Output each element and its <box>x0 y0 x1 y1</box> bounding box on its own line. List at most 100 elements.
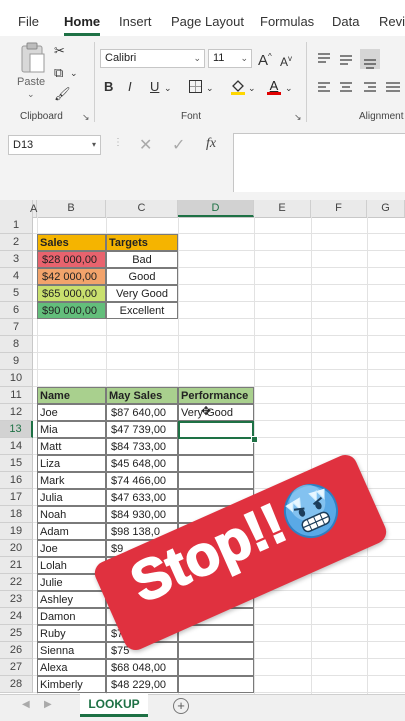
menu-insert[interactable]: Insert <box>119 14 152 29</box>
row-header-28[interactable]: 28 <box>0 676 33 693</box>
name-cell[interactable]: Matt <box>37 438 106 455</box>
targets-target-cell[interactable]: Good <box>106 268 178 285</box>
sales-cell[interactable]: $84 930,00 <box>106 506 178 523</box>
row-header-23[interactable]: 23 <box>0 591 33 608</box>
row-header-9[interactable]: 9 <box>0 353 33 370</box>
targets-sales-cell[interactable]: $28 000,00 <box>37 251 106 268</box>
name-cell[interactable]: Noah <box>37 506 106 523</box>
name-cell[interactable]: Ruby <box>37 625 106 642</box>
sales-cell[interactable]: $74 466,00 <box>106 472 178 489</box>
name-cell[interactable]: Joe <box>37 404 106 421</box>
sheet-tab-lookup[interactable]: LOOKUP <box>80 694 148 717</box>
main-header-may-sales[interactable]: May Sales <box>106 387 178 404</box>
targets-target-cell[interactable]: Very Good <box>106 285 178 302</box>
targets-header-targets[interactable]: Targets <box>106 234 178 251</box>
name-cell[interactable]: Ashley <box>37 591 106 608</box>
cut-icon[interactable]: ✂ <box>54 44 65 58</box>
row-header-7[interactable]: 7 <box>0 319 33 336</box>
name-box[interactable]: D13 ▾ <box>8 135 101 155</box>
row-header-6[interactable]: 6 <box>0 302 33 319</box>
active-cell-d13[interactable] <box>178 421 254 439</box>
performance-cell[interactable] <box>178 676 254 693</box>
row-header-16[interactable]: 16 <box>0 472 33 489</box>
font-size-select[interactable]: 11 ⌄ <box>208 49 252 68</box>
column-header-d[interactable]: D <box>178 200 254 217</box>
cancel-icon[interactable]: ✕ <box>139 135 152 155</box>
main-header-name[interactable]: Name <box>37 387 106 404</box>
row-header-5[interactable]: 5 <box>0 285 33 302</box>
performance-cell[interactable] <box>178 438 254 455</box>
performance-cell[interactable]: Very Good <box>178 404 254 421</box>
italic-button[interactable]: I <box>128 80 132 94</box>
row-header-12[interactable]: 12 <box>0 404 33 421</box>
borders-icon[interactable] <box>189 80 202 93</box>
column-header-b[interactable]: B <box>37 200 106 217</box>
underline-chevron-down-icon[interactable]: ⌄ <box>164 81 172 95</box>
sales-cell[interactable]: $47 633,00 <box>106 489 178 506</box>
sales-cell[interactable]: $45 648,00 <box>106 455 178 472</box>
performance-cell[interactable] <box>178 642 254 659</box>
sales-cell[interactable]: $47 739,00 <box>106 421 178 438</box>
grow-font-icon[interactable]: A^ <box>258 50 272 68</box>
borders-chevron-down-icon[interactable]: ⌄ <box>206 81 214 95</box>
sales-cell[interactable]: $68 048,00 <box>106 659 178 676</box>
row-header-15[interactable]: 15 <box>0 455 33 472</box>
bold-button[interactable]: B <box>104 80 113 94</box>
row-header-22[interactable]: 22 <box>0 574 33 591</box>
column-header-f[interactable]: F <box>311 200 367 217</box>
row-header-26[interactable]: 26 <box>0 642 33 659</box>
row-header-3[interactable]: 3 <box>0 251 33 268</box>
font-name-select[interactable]: Calibri ⌄ <box>100 49 205 68</box>
scroll-left-icon[interactable]: ◀ <box>22 699 30 710</box>
row-header-18[interactable]: 18 <box>0 506 33 523</box>
menu-home[interactable]: Home <box>64 14 100 29</box>
select-all-corner[interactable] <box>0 200 33 217</box>
formula-input[interactable] <box>233 133 405 192</box>
copy-chevron-down-icon[interactable]: ⌄ <box>70 66 78 80</box>
name-cell[interactable]: Liza <box>37 455 106 472</box>
scroll-right-icon[interactable]: ▶ <box>44 699 52 710</box>
name-cell[interactable]: Mia <box>37 421 106 438</box>
insert-function-icon[interactable]: fx <box>206 136 216 152</box>
column-header-e[interactable]: E <box>254 200 311 217</box>
targets-target-cell[interactable]: Excellent <box>106 302 178 319</box>
performance-cell[interactable] <box>178 472 254 489</box>
name-cell[interactable]: Joe <box>37 540 106 557</box>
targets-target-cell[interactable]: Bad <box>106 251 178 268</box>
row-header-13[interactable]: 13 <box>0 421 33 438</box>
row-header-21[interactable]: 21 <box>0 557 33 574</box>
paste-chevron-down-icon[interactable]: ⌄ <box>27 89 35 100</box>
targets-sales-cell[interactable]: $90 000,00 <box>37 302 106 319</box>
menu-formulas[interactable]: Formulas <box>260 14 314 29</box>
shrink-font-icon[interactable]: Av <box>280 52 292 69</box>
fill-handle[interactable] <box>251 436 258 443</box>
font-color-chevron-down-icon[interactable]: ⌄ <box>285 81 293 95</box>
underline-button[interactable]: U <box>150 80 159 94</box>
row-header-4[interactable]: 4 <box>0 268 33 285</box>
font-color-icon[interactable]: A <box>266 78 282 96</box>
row-header-24[interactable]: 24 <box>0 608 33 625</box>
menu-page-layout[interactable]: Page Layout <box>171 14 244 29</box>
column-header-c[interactable]: C <box>106 200 178 217</box>
format-painter-icon[interactable]: 🖌 <box>54 87 71 101</box>
fill-color-icon[interactable] <box>230 78 246 96</box>
main-header-performance[interactable]: Performance <box>178 387 254 404</box>
row-header-8[interactable]: 8 <box>0 336 33 353</box>
name-cell[interactable]: Sienna <box>37 642 106 659</box>
name-cell[interactable]: Mark <box>37 472 106 489</box>
sales-cell[interactable]: $84 733,00 <box>106 438 178 455</box>
row-header-11[interactable]: 11 <box>0 387 33 404</box>
fill-color-chevron-down-icon[interactable]: ⌄ <box>248 81 256 95</box>
font-launcher-icon[interactable]: ↘ <box>294 112 302 123</box>
row-header-14[interactable]: 14 <box>0 438 33 455</box>
performance-cell[interactable] <box>178 659 254 676</box>
copy-icon[interactable]: ⧉ <box>54 66 63 80</box>
row-header-25[interactable]: 25 <box>0 625 33 642</box>
targets-sales-cell[interactable]: $65 000,00 <box>37 285 106 302</box>
row-header-20[interactable]: 20 <box>0 540 33 557</box>
targets-header-sales[interactable]: Sales <box>37 234 106 251</box>
paste-button[interactable] <box>18 42 46 74</box>
sales-cell[interactable]: $48 229,00 <box>106 676 178 693</box>
row-header-2[interactable]: 2 <box>0 234 33 251</box>
clipboard-launcher-icon[interactable]: ↘ <box>82 112 90 123</box>
